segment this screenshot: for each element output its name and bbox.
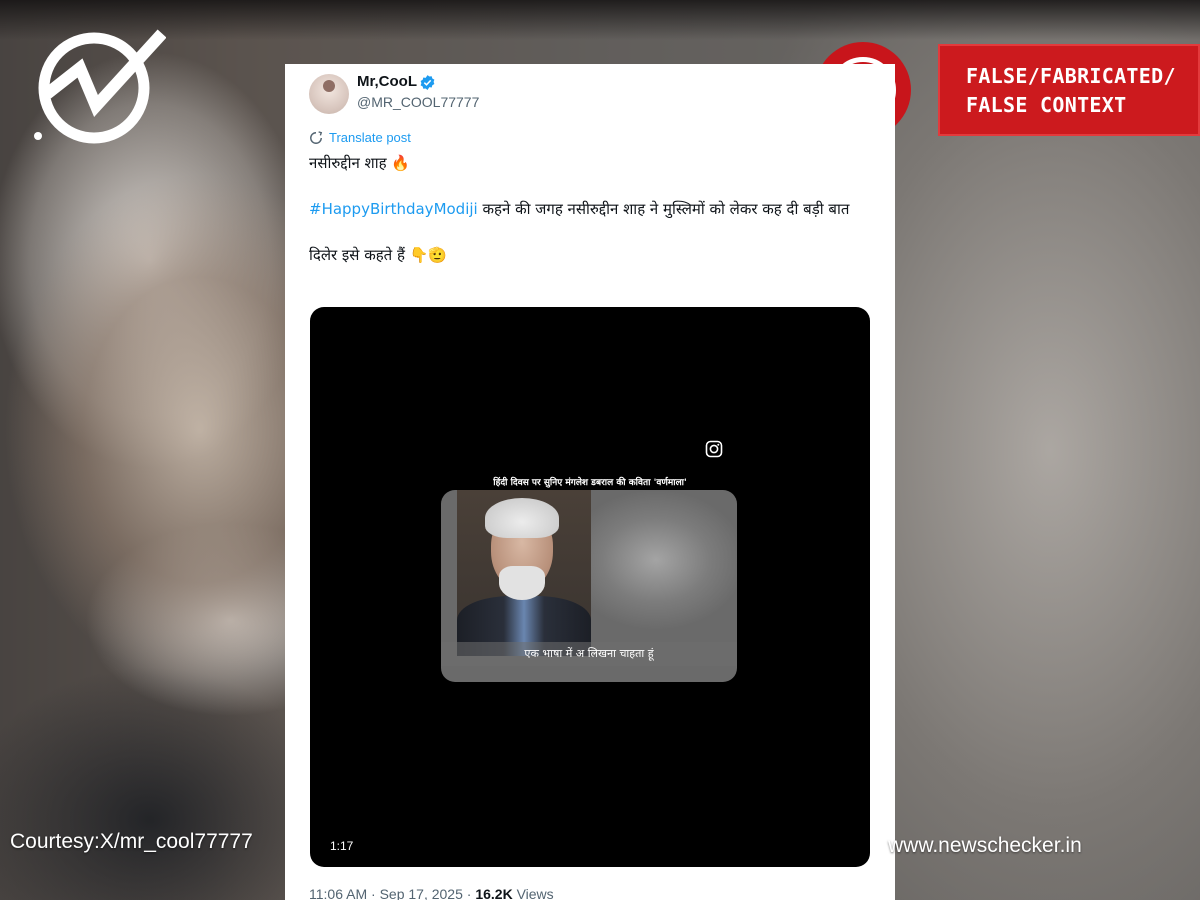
views-label: Views (516, 886, 554, 900)
video-player[interactable]: हिंदी दिवस पर सुनिए मंगलेश डबराल की कवित… (310, 307, 870, 867)
video-subtitle: एक भाषा में अ लिखना चाहता हूं (524, 647, 654, 660)
verdict-label: FALSE/FABRICATED/ FALSE CONTEXT (938, 44, 1200, 136)
views-count: 16.2K (475, 886, 513, 900)
site-url: www.newschecker.in (888, 834, 1082, 857)
tweet-line-3: दिलेर इसे कहते हैं 👇🫡 (309, 246, 448, 264)
tweet-card: Mr,CooL @MR_COOL77777 Translate post नसी… (285, 64, 895, 900)
courtesy-credit: Courtesy:X/mr_cool77777 (10, 830, 253, 853)
hashtag-link[interactable]: #HappyBirthdayModiji (309, 200, 478, 218)
newschecker-check-icon (30, 28, 167, 150)
author-name[interactable]: Mr,CooL (357, 73, 417, 90)
tweet-line-2: #HappyBirthdayModiji कहने की जगह नसीरुद्… (309, 198, 874, 221)
tweet-time[interactable]: 11:06 AM (309, 886, 367, 900)
background-shade (0, 0, 1200, 40)
author-handle[interactable]: @MR_COOL77777 (357, 94, 479, 110)
tweet-line-1: नसीरुद्दीन शाह 🔥 (309, 154, 411, 172)
tweet-text: नसीरुद्दीन शाह 🔥 #HappyBirthdayModiji कह… (309, 152, 874, 290)
translate-icon (310, 130, 323, 144)
verdict-line-1: FALSE/FABRICATED/ (966, 64, 1176, 88)
tweet-line-2-text: कहने की जगह नसीरुद्दीन शाह ने मुस्लिमों … (477, 200, 850, 218)
video-duration: 1:17 (330, 839, 354, 853)
thumbnail-person (457, 490, 591, 656)
tweet-meta: 11:06 AM · Sep 17, 2025 · 16.2K Views (309, 886, 554, 900)
video-caption: हिंदी दिवस पर सुनिए मंगलेश डबराल की कवित… (493, 478, 687, 488)
instagram-icon (705, 440, 723, 458)
tweet-date[interactable]: Sep 17, 2025 (380, 886, 463, 900)
translate-label: Translate post (329, 130, 411, 145)
translate-post-link[interactable]: Translate post (309, 130, 411, 145)
avatar[interactable] (309, 74, 349, 114)
verdict-line-2: FALSE CONTEXT (966, 93, 1127, 117)
video-thumbnail: एक भाषा में अ लिखना चाहता हूं (441, 490, 737, 682)
verified-badge-icon (420, 75, 435, 90)
